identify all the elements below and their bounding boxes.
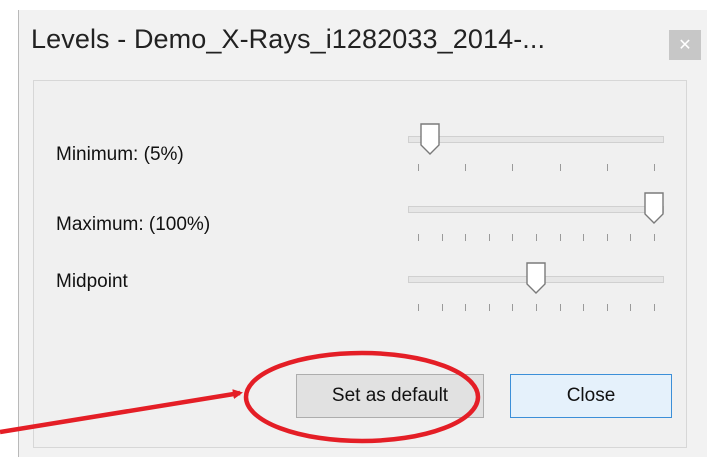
slider-tick: [488, 234, 490, 241]
set-as-default-button[interactable]: Set as default: [296, 374, 484, 418]
slider-tick: [488, 304, 490, 311]
slider-tick: [606, 304, 608, 311]
slider-tick: [559, 234, 561, 241]
slider-tick: [441, 304, 443, 311]
window-title: Levels - Demo_X-Rays_i1282033_2014-...: [31, 24, 546, 54]
slider-tick: [465, 304, 467, 311]
slider-tick: [512, 164, 514, 171]
maximum-label: Maximum: (100%): [56, 214, 211, 235]
slider-tick: [606, 164, 608, 171]
slider-tick: [512, 304, 514, 311]
slider-tick: [606, 234, 608, 241]
slider-tick: [630, 234, 632, 241]
midpoint-slider-thumb[interactable]: [526, 262, 546, 294]
minimum-slider-thumb[interactable]: [420, 123, 440, 155]
slider-tick: [536, 304, 537, 311]
title-bar: Levels - Demo_X-Rays_i1282033_2014-... ✕: [19, 10, 707, 80]
slider-tick: [465, 234, 467, 241]
close-icon[interactable]: ✕: [669, 30, 701, 60]
slider-tick: [583, 304, 585, 311]
slider-tick: [418, 234, 419, 241]
midpoint-slider-ticks: [408, 304, 664, 312]
slider-tick: [583, 234, 585, 241]
slider-tick: [536, 234, 537, 241]
slider-tick: [418, 304, 419, 311]
midpoint-label: Midpoint: [56, 271, 128, 292]
slider-tick: [630, 304, 632, 311]
slider-tick: [512, 234, 514, 241]
minimum-slider-track[interactable]: [408, 136, 664, 143]
minimum-label: Minimum: (5%): [56, 144, 184, 165]
levels-dialog: Levels - Demo_X-Rays_i1282033_2014-... ✕…: [18, 10, 707, 457]
slider-tick: [559, 304, 561, 311]
slider-tick: [654, 234, 655, 241]
maximum-slider-track[interactable]: [408, 206, 664, 213]
slider-tick: [654, 304, 655, 311]
minimum-slider-ticks: [408, 164, 664, 172]
close-button[interactable]: Close: [510, 374, 672, 418]
slider-tick: [418, 164, 419, 171]
dialog-body: Minimum: (5%) Maximum: (100%) Midpoint S…: [33, 80, 687, 448]
slider-tick: [465, 164, 467, 171]
maximum-slider-thumb[interactable]: [644, 192, 664, 224]
slider-tick: [559, 164, 561, 171]
slider-tick: [654, 164, 655, 171]
maximum-slider-ticks: [408, 234, 664, 242]
slider-tick: [441, 234, 443, 241]
